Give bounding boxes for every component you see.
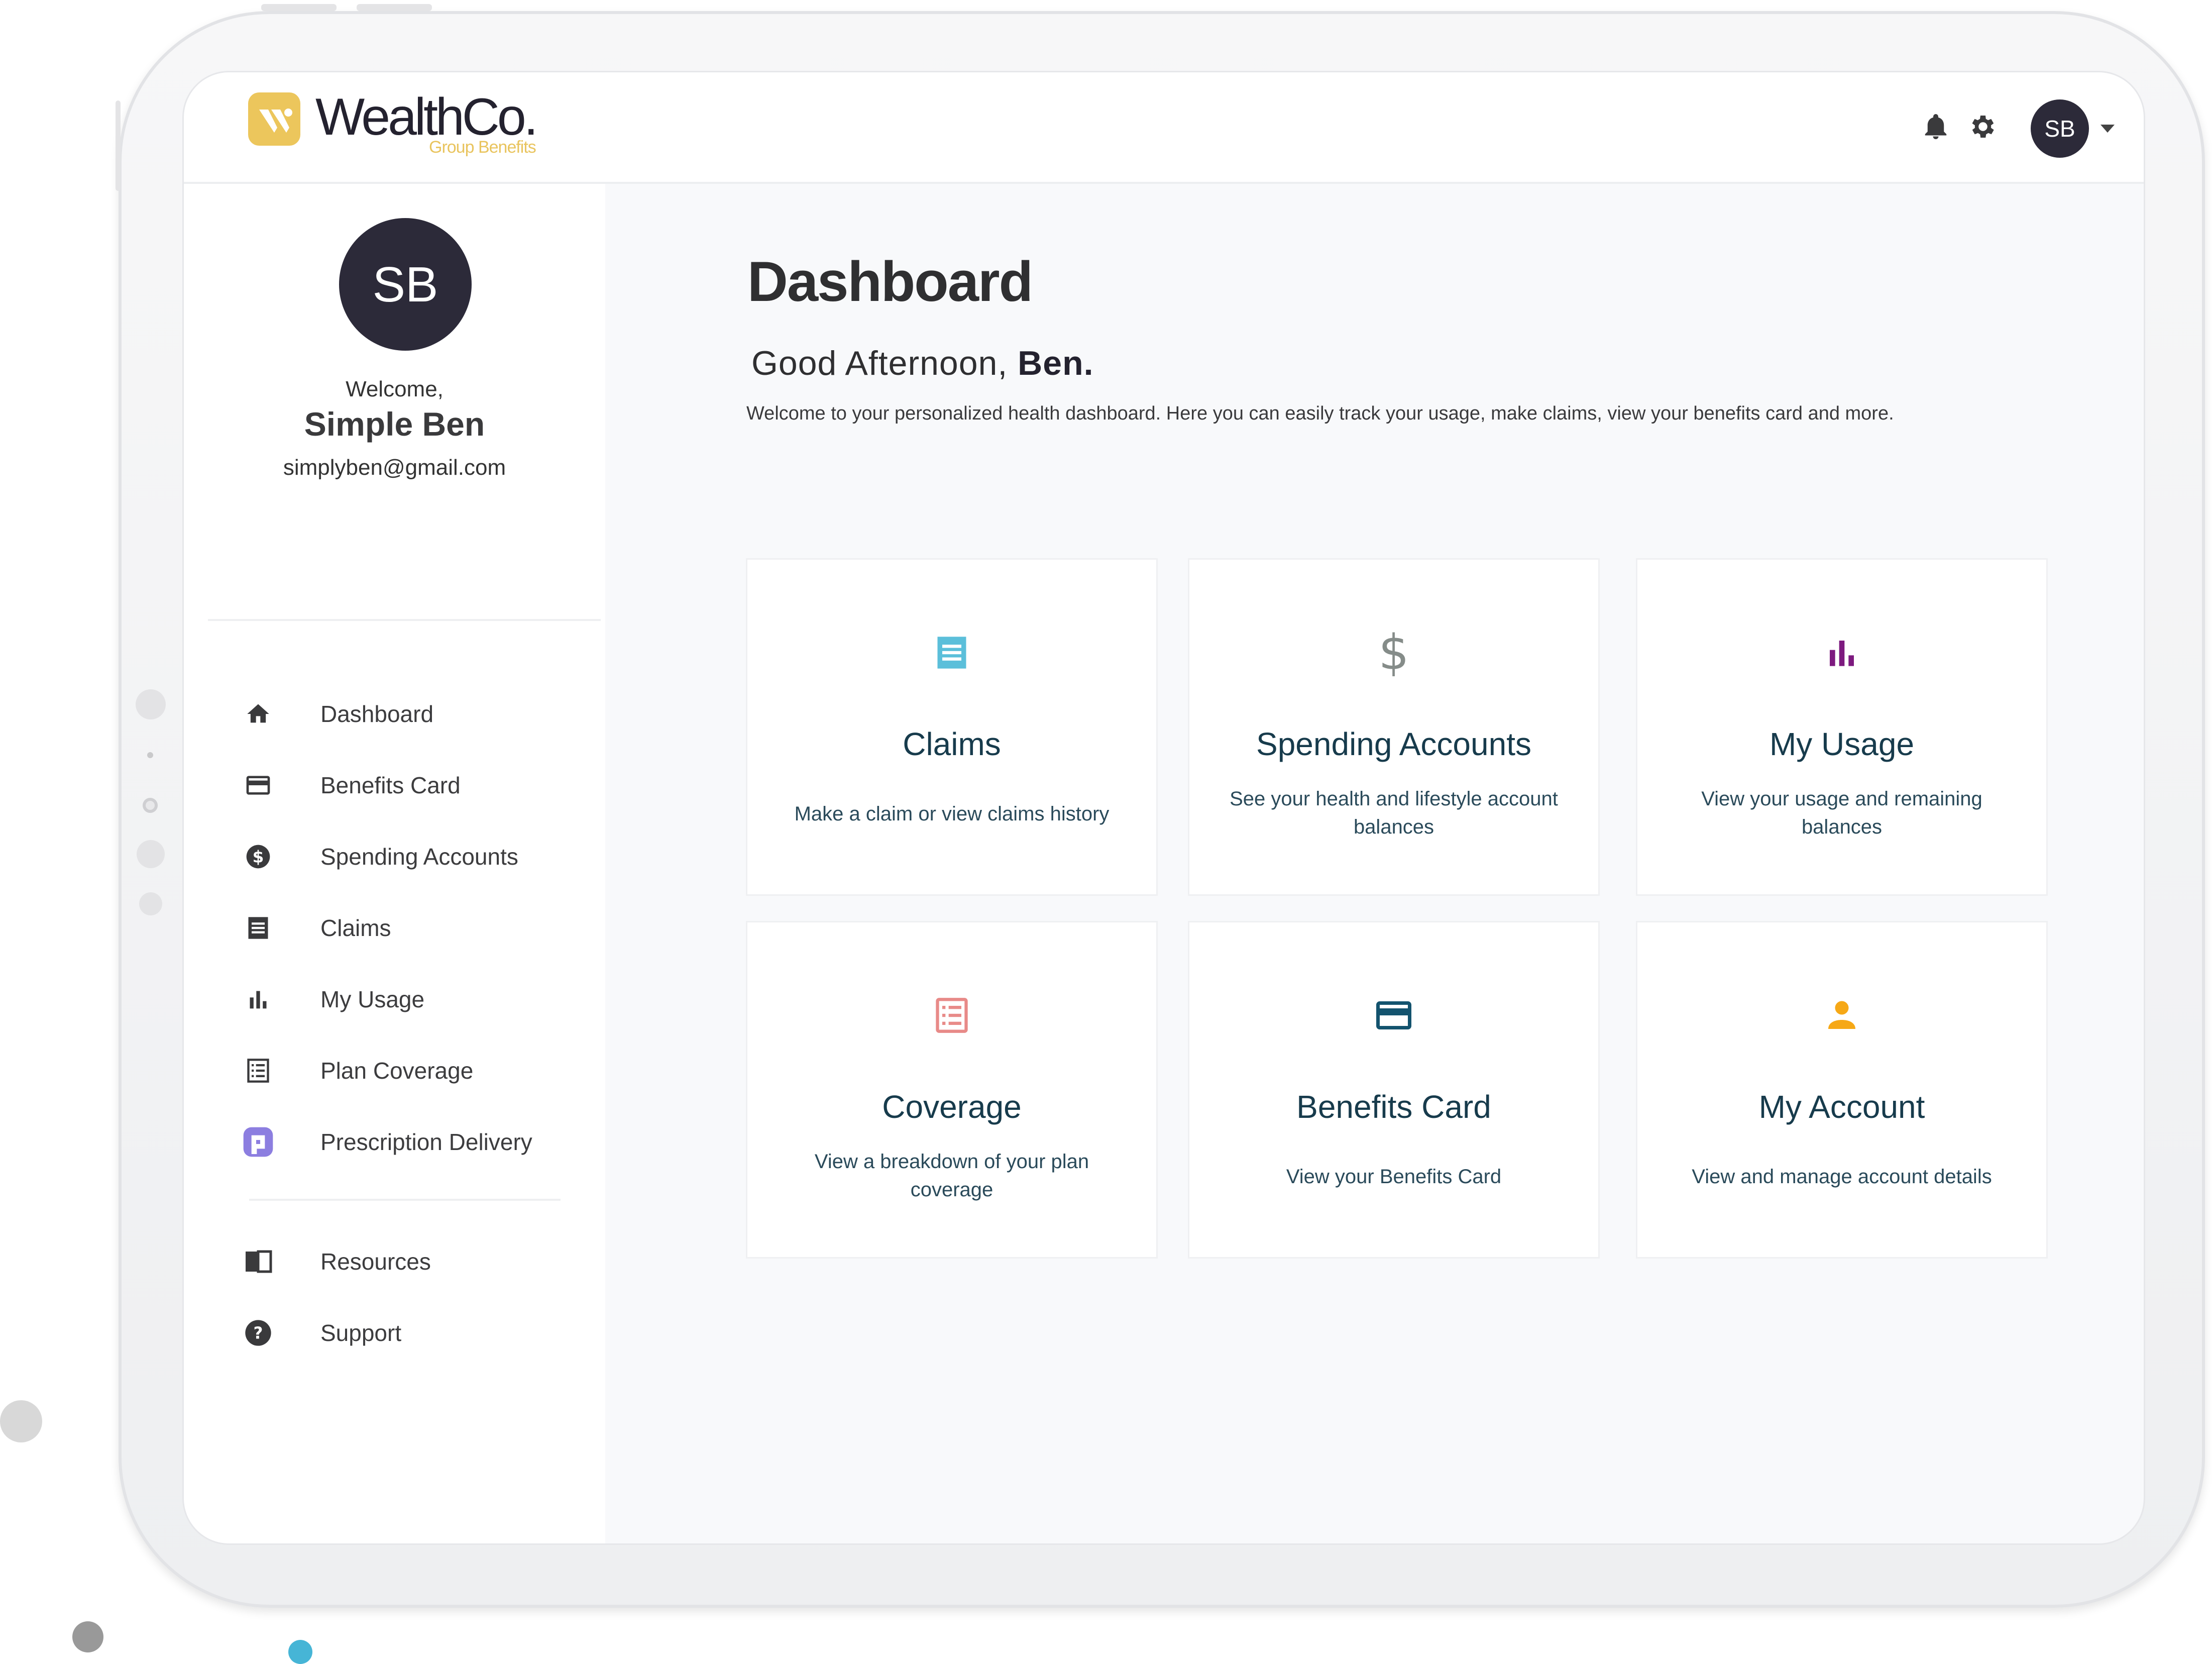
intro-text: Welcome to your personalized health dash… (746, 403, 1894, 424)
greeting-name: Ben. (1018, 344, 1094, 382)
sidebar-divider (249, 1199, 561, 1201)
greeting: Good Afternoon, Ben. (751, 344, 1094, 383)
brand-subtitle: Group Benefits (429, 138, 536, 157)
dollar-circle-icon: $ (242, 841, 274, 873)
list-alt-icon (929, 993, 974, 1038)
tablet-top-button (261, 4, 337, 11)
tablet-camera (143, 798, 158, 813)
card-my-account[interactable]: My Account View and manage account detai… (1637, 922, 2046, 1257)
app-screen: WealthCo. Group Benefits SB SB Welcome, … (184, 72, 2144, 1543)
tablet-sensor (137, 840, 165, 868)
sidebar-item-label: Spending Accounts (320, 844, 518, 870)
card-coverage[interactable]: Coverage View a breakdown of your plan c… (747, 922, 1156, 1257)
card-title: My Account (1758, 1089, 1925, 1125)
sidebar-item-label: Claims (320, 915, 391, 941)
tablet-sensor (136, 689, 166, 719)
card-benefits-card[interactable]: Benefits Card View your Benefits Card (1189, 922, 1598, 1257)
card-description: See your health and lifestyle account ba… (1230, 788, 1558, 838)
sidebar-item-label: Support (320, 1320, 402, 1346)
card-description: View and manage account details (1692, 1166, 1992, 1188)
pharmacy-p-icon (242, 1126, 274, 1158)
gear-icon[interactable] (1968, 112, 1998, 142)
person-icon (1819, 993, 1864, 1038)
decorative-dot (288, 1640, 312, 1664)
card-title: My Usage (1769, 726, 1915, 762)
sidebar-item-spending-accounts[interactable]: $ Spending Accounts (242, 829, 518, 884)
tablet-side-button (116, 100, 121, 191)
sidebar-item-label: Dashboard (320, 701, 434, 727)
credit-card-icon (1371, 993, 1416, 1038)
book-icon (242, 1245, 274, 1278)
sidebar-item-support[interactable]: ? Support (242, 1305, 401, 1361)
card-claims[interactable]: Claims Make a claim or view claims histo… (747, 560, 1156, 894)
sidebar-item-label: Resources (320, 1249, 431, 1275)
sidebar-item-prescription-delivery[interactable]: Prescription Delivery (242, 1114, 532, 1170)
receipt-icon (929, 630, 974, 675)
tablet-top-button (357, 4, 432, 11)
sidebar-item-resources[interactable]: Resources (242, 1234, 431, 1289)
bar-chart-icon (1819, 630, 1864, 675)
brand-logo-icon[interactable] (248, 92, 300, 146)
profile-avatar: SB (339, 218, 472, 351)
home-icon (242, 698, 274, 730)
sidebar-item-label: Benefits Card (320, 772, 461, 798)
profile-email: simplyben@gmail.com (283, 455, 506, 480)
list-alt-icon (242, 1055, 274, 1087)
sidebar-item-plan-coverage[interactable]: Plan Coverage (242, 1043, 473, 1098)
tablet-sensor (139, 892, 162, 915)
page-title: Dashboard (747, 250, 1033, 313)
main-content: Dashboard Good Afternoon, Ben. Welcome t… (605, 184, 2144, 1543)
card-spending-accounts[interactable]: $ Spending Accounts See your health and … (1189, 560, 1598, 894)
tablet-sensor (147, 752, 153, 758)
help-circle-icon: ? (242, 1317, 274, 1349)
dollar-glyph: $ (1378, 625, 1409, 681)
sidebar-item-label: Plan Coverage (320, 1058, 474, 1084)
svg-text:$: $ (253, 848, 264, 867)
card-description: View your Benefits Card (1286, 1166, 1502, 1188)
greeting-prefix: Good Afternoon, (751, 344, 1018, 382)
sidebar-item-dashboard[interactable]: Dashboard (242, 686, 433, 742)
bell-icon[interactable] (1921, 112, 1951, 142)
card-description: View your usage and remaining balances (1701, 788, 1982, 838)
sidebar: SB Welcome, Simple Ben simplyben@gmail.c… (184, 184, 605, 1543)
sidebar-divider (208, 619, 601, 621)
welcome-label: Welcome, (346, 377, 444, 401)
sidebar-item-benefits-card[interactable]: Benefits Card (242, 758, 461, 813)
sidebar-item-label: Prescription Delivery (320, 1129, 532, 1155)
decorative-dot (0, 1400, 42, 1442)
card-my-usage[interactable]: My Usage View your usage and remaining b… (1637, 560, 2046, 894)
card-title: Benefits Card (1296, 1089, 1491, 1125)
profile-name: Simple Ben (304, 405, 485, 443)
sidebar-item-my-usage[interactable]: My Usage (242, 972, 424, 1027)
svg-text:?: ? (254, 1324, 263, 1343)
receipt-icon (242, 912, 274, 944)
card-title: Spending Accounts (1256, 726, 1531, 762)
decorative-dot (72, 1621, 103, 1652)
bar-chart-icon (242, 983, 274, 1015)
card-title: Claims (903, 726, 1001, 762)
sidebar-item-label: My Usage (320, 986, 425, 1012)
dollar-icon: $ (1371, 625, 1416, 681)
credit-card-icon (242, 769, 274, 801)
card-title: Coverage (882, 1089, 1022, 1125)
card-description: View a breakdown of your plan coverage (814, 1151, 1089, 1201)
top-header: WealthCo. Group Benefits SB (184, 72, 2144, 184)
user-avatar-button[interactable]: SB (2031, 99, 2089, 158)
caret-down-icon[interactable] (2100, 125, 2115, 133)
sidebar-item-claims[interactable]: Claims (242, 900, 391, 956)
card-description: Make a claim or view claims history (794, 803, 1110, 825)
